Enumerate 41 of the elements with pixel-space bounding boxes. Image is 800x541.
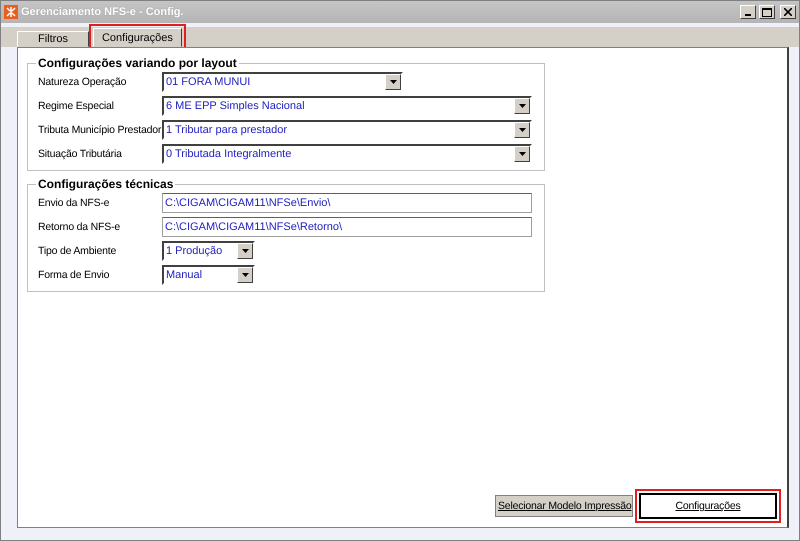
dropdown-arrow-icon	[518, 128, 526, 132]
window-title: Gerenciamento NFS-e - Config.	[21, 6, 185, 18]
group-title: Configurações variando por layout	[37, 56, 238, 70]
field-label: Tipo de Ambiente	[38, 245, 118, 257]
dropdown[interactable]: 1 Tributar para prestador	[162, 120, 532, 140]
field-label: Regime Especial	[38, 100, 115, 112]
input-field[interactable]: C:\CIGAM\CIGAM11\NFSe\Retorno\	[162, 217, 532, 237]
dropdown-arrow-icon	[518, 104, 526, 108]
app-icon	[4, 5, 18, 19]
dropdown[interactable]: 0 Tributada Integralmente	[162, 144, 532, 164]
tab[interactable]: Filtros	[17, 31, 89, 47]
dropdown-button[interactable]	[514, 146, 530, 162]
field-label: Envio da NFS-e	[38, 197, 110, 209]
dropdown-button[interactable]	[385, 74, 401, 90]
dropdown[interactable]: 6 ME EPP Simples Nacional	[162, 96, 532, 116]
dropdown-arrow-icon	[242, 273, 248, 277]
dropdown-arrow-icon	[390, 80, 396, 84]
dropdown[interactable]: 1 Produção	[162, 241, 255, 261]
maximize-button[interactable]	[759, 5, 775, 19]
tab[interactable]: Configurações	[92, 28, 182, 47]
input-field[interactable]: C:\CIGAM\CIGAM11\NFSe\Envio\	[162, 193, 532, 213]
field-label: Retorno da NFS-e	[38, 221, 122, 233]
field-label: Tributa Município Prestador	[38, 124, 162, 136]
minimize-button[interactable]	[740, 5, 756, 19]
field-label: Natureza Operação	[38, 76, 128, 88]
dropdown-button[interactable]	[237, 243, 253, 259]
field-label: Situação Tributária	[38, 148, 123, 160]
dropdown-button[interactable]	[514, 122, 530, 138]
close-icon	[784, 8, 792, 16]
action-button[interactable]: Selecionar Modelo Impressão	[495, 495, 633, 517]
dropdown-button[interactable]	[514, 98, 530, 114]
close-button[interactable]	[780, 5, 796, 19]
dropdown-button[interactable]	[237, 267, 253, 283]
field-label: Forma de Envio	[38, 269, 110, 281]
dropdown[interactable]: Manual	[162, 265, 255, 285]
dropdown-arrow-icon	[242, 249, 248, 253]
action-button[interactable]: Configurações	[639, 493, 777, 519]
dropdown-arrow-icon	[518, 152, 526, 156]
dropdown[interactable]: 01 FORA MUNUI	[162, 72, 403, 92]
maximize-icon	[762, 8, 772, 16]
group-title: Configurações técnicas	[37, 177, 174, 191]
